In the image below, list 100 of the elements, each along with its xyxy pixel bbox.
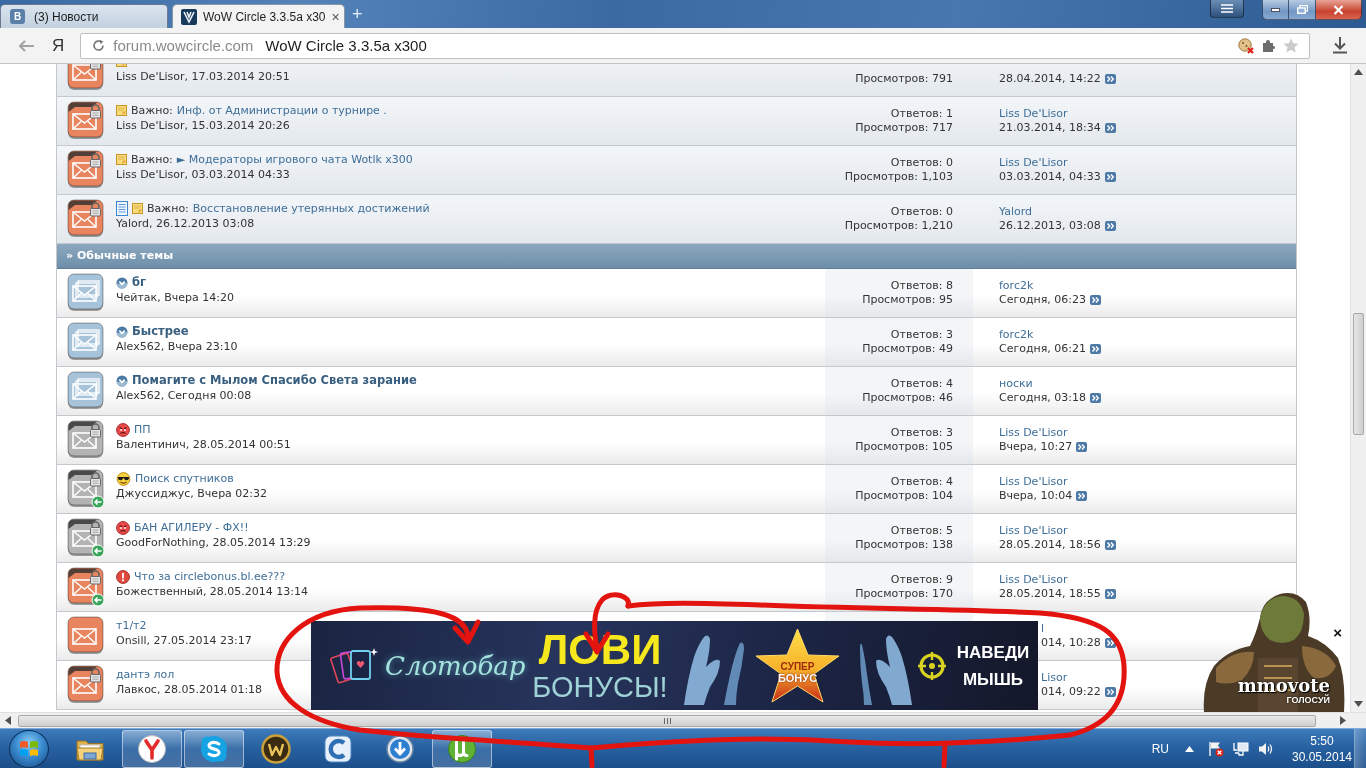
download-icon[interactable] (1332, 37, 1349, 54)
arrow-square-icon[interactable] (1104, 687, 1116, 697)
thread-author-date: Yalord, 26.12.2013 03:08 (116, 216, 255, 231)
thread-title-link[interactable]: дантэ лол (116, 667, 175, 682)
scrollbar-thumb[interactable] (18, 714, 1316, 727)
last-poster-link[interactable]: forc2k (999, 279, 1034, 293)
arrow-square-icon[interactable] (1104, 638, 1116, 648)
language-indicator[interactable]: RU (1151, 741, 1169, 756)
thread-title-link[interactable]: Поиск спутников (135, 471, 234, 486)
network-icon[interactable] (1233, 740, 1249, 757)
reply-count: Ответов: 3 (890, 328, 953, 342)
vertical-scrollbar[interactable] (1350, 64, 1366, 712)
last-poster-link[interactable]: forc2k (999, 328, 1034, 342)
last-poster-link[interactable]: Liss De'Lisor (999, 156, 1068, 170)
thread-title-link[interactable]: бг (132, 275, 147, 290)
thread-title-link[interactable]: Быстрее (132, 324, 189, 339)
new-tab-button[interactable]: + (352, 5, 363, 23)
thread-title-link[interactable]: БАН АГИЛЕРУ - ФХ!! (134, 520, 249, 535)
speaker-icon[interactable] (1258, 740, 1274, 757)
scroll-left-icon[interactable] (5, 716, 11, 725)
v-logo-icon (181, 8, 197, 25)
thread-author-date: Alex562, Сегодня 00:08 (116, 388, 252, 403)
show-desktop-button[interactable] (1354, 728, 1366, 768)
widget-close-button[interactable]: × (1333, 626, 1342, 640)
arrow-square-icon[interactable] (1104, 123, 1116, 133)
c-logo-icon[interactable] (323, 733, 353, 764)
view-count: Просмотров: 138 (855, 538, 953, 552)
last-poster-link[interactable]: Liss De'Lisor (999, 573, 1068, 587)
view-count: Просмотров: 170 (855, 587, 953, 601)
browser-tab[interactable]: WoW Circle 3.3.5a x30 × (172, 4, 345, 28)
arrow-square-icon[interactable] (1076, 491, 1088, 501)
thread-title-link[interactable]: ПП (134, 422, 151, 437)
thread-title-link[interactable]: ► Модераторы игрового чата Wotlk x300 (176, 152, 413, 167)
arrow-square-icon[interactable] (1104, 172, 1116, 182)
reply-count: Ответов: 5 (890, 524, 953, 538)
horizontal-scrollbar[interactable] (0, 712, 1366, 728)
reply-count: Ответов: 0 (890, 205, 953, 219)
favicon: В (10, 9, 25, 24)
scrollbar-thumb[interactable] (1353, 313, 1364, 435)
arrow-square-icon[interactable] (1090, 295, 1102, 305)
thread-author-date: Onsill, 27.05.2014 23:17 (116, 633, 252, 648)
scroll-up-icon[interactable] (1354, 69, 1363, 75)
arrow-square-icon[interactable] (1076, 442, 1088, 452)
exclamation-icon (116, 569, 130, 584)
last-poster-link[interactable]: Yalord (999, 205, 1033, 219)
star-icon[interactable] (1283, 38, 1300, 53)
last-poster-link[interactable]: Lisor (1041, 671, 1068, 685)
thread-title-link[interactable]: Восстановление утерянных достижений (192, 201, 430, 216)
triangle-up-icon[interactable] (1185, 745, 1194, 752)
arrow-square-icon[interactable] (1090, 344, 1102, 354)
arrow-square-icon[interactable] (1104, 540, 1116, 550)
scroll-down-icon[interactable] (1354, 701, 1363, 707)
blocked-cookie-icon[interactable] (1238, 37, 1255, 54)
download-icon[interactable] (385, 733, 415, 764)
puzzle-icon[interactable] (1262, 39, 1276, 52)
taskbar-button[interactable] (184, 729, 244, 768)
w-emblem-icon[interactable] (261, 733, 291, 764)
thread-title-link[interactable]: Инф. от Администрации о турнире . (176, 103, 387, 118)
chevron-circle-icon[interactable] (116, 374, 128, 387)
chevron-circle-icon[interactable] (116, 325, 128, 338)
logo-button[interactable]: Я (52, 35, 65, 56)
thread-title-link[interactable]: Что за circlebonus.bl.ee??? (134, 569, 285, 584)
last-post-date: 014, 09:22 (1041, 685, 1101, 699)
taskbar-button[interactable] (122, 729, 182, 768)
last-poster-link[interactable]: Liss De'Lisor (999, 475, 1068, 489)
address-field[interactable]: forum.wowcircle.com WoW Circle 3.3.5a x300 (80, 32, 1311, 59)
thread-author-date: Чейтак, Вчера 14:20 (116, 290, 234, 305)
arrow-square-icon[interactable] (1104, 221, 1116, 231)
last-poster-link[interactable]: Liss De'Lisor (999, 524, 1068, 538)
arrow-square-icon[interactable] (1104, 589, 1116, 599)
section-header: » Обычные темы (57, 244, 1296, 269)
view-count: Просмотров: 717 (855, 121, 953, 135)
arrow-square-icon[interactable] (1104, 74, 1116, 84)
maximize-button[interactable] (1289, 0, 1316, 20)
view-count: Просмотров: 104 (855, 489, 953, 503)
minimize-button[interactable] (1262, 0, 1289, 20)
flag-error-icon[interactable] (1208, 740, 1224, 757)
menu-button[interactable] (1210, 0, 1244, 18)
arrow-square-icon[interactable] (1090, 393, 1102, 403)
last-poster-link[interactable]: носки (999, 377, 1033, 391)
crosshair-icon (918, 651, 946, 680)
thread-title-link[interactable]: т1/т2 (116, 618, 147, 633)
scroll-right-icon[interactable] (1340, 716, 1346, 725)
reload-icon[interactable] (92, 39, 106, 52)
start-button[interactable] (9, 729, 49, 768)
close-button[interactable] (1316, 0, 1362, 20)
last-poster-link[interactable]: Liss De'Lisor (999, 107, 1068, 121)
last-poster-link[interactable]: l (1041, 622, 1045, 636)
browser-tab[interactable]: В (3) Новости (0, 4, 168, 28)
chevron-circle-icon[interactable] (116, 276, 128, 289)
tab-close-button[interactable]: × (331, 9, 340, 24)
thread-author-date: Liss De'Lisor, 17.03.2014 20:51 (116, 69, 290, 84)
thread-title-link[interactable]: Помагите с Мылом Спасибо Света зарание (132, 373, 417, 388)
banner-subline: БОНУСЫ! (532, 670, 668, 703)
star-bottom-text: БОНУС (777, 672, 818, 684)
angry-face-icon (116, 422, 130, 437)
clock-button[interactable]: 5:50 30.05.2014 (1294, 732, 1350, 765)
last-post-date: 03.03.2014, 04:33 (999, 170, 1101, 184)
taskbar-button[interactable] (432, 729, 492, 768)
last-poster-link[interactable]: Liss De'Lisor (999, 426, 1068, 440)
